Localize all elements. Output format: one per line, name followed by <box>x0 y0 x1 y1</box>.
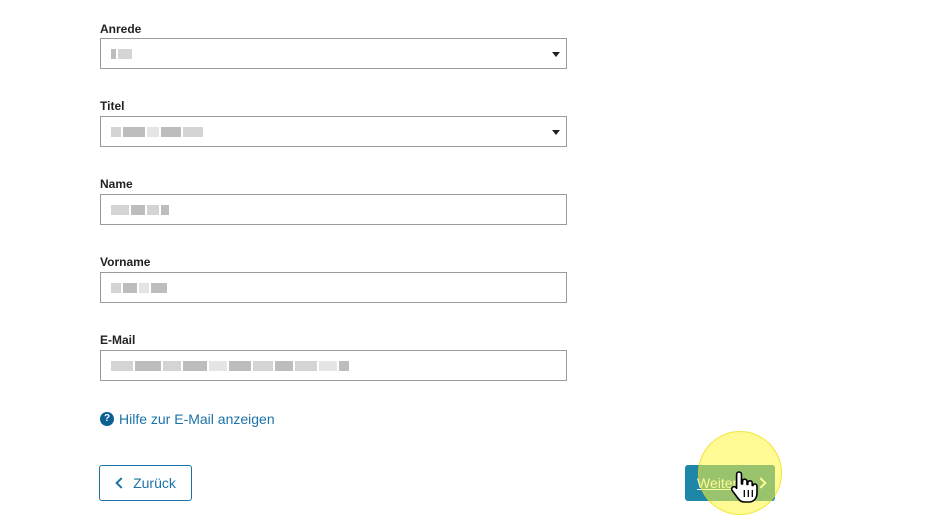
anrede-label: Anrede <box>100 22 142 36</box>
caret-down-icon <box>552 130 560 135</box>
email-input[interactable] <box>100 350 567 381</box>
vorname-label: Vorname <box>100 255 151 269</box>
back-button-label: Zurück <box>133 475 176 491</box>
chevron-left-icon <box>115 477 127 489</box>
next-button-label: Weiter <box>697 475 738 491</box>
name-input[interactable] <box>100 194 567 225</box>
back-button[interactable]: Zurück <box>99 465 192 501</box>
email-label: E-Mail <box>100 333 136 347</box>
name-label: Name <box>100 177 133 191</box>
anrede-select[interactable] <box>100 38 567 69</box>
email-value-redacted <box>111 361 349 371</box>
titel-value-redacted <box>111 127 203 137</box>
anrede-value-redacted <box>111 49 132 59</box>
next-button[interactable]: Weiter <box>685 465 775 501</box>
question-circle-icon: ? <box>100 412 114 426</box>
vorname-value-redacted <box>111 283 167 293</box>
name-value-redacted <box>111 205 169 215</box>
caret-down-icon <box>552 52 560 57</box>
titel-select[interactable] <box>100 116 567 147</box>
help-email-link-label: Hilfe zur E-Mail anzeigen <box>119 411 275 427</box>
help-email-link[interactable]: ? Hilfe zur E-Mail anzeigen <box>100 411 275 427</box>
chevron-right-icon <box>755 477 767 489</box>
vorname-input[interactable] <box>100 272 567 303</box>
titel-label: Titel <box>100 99 125 113</box>
